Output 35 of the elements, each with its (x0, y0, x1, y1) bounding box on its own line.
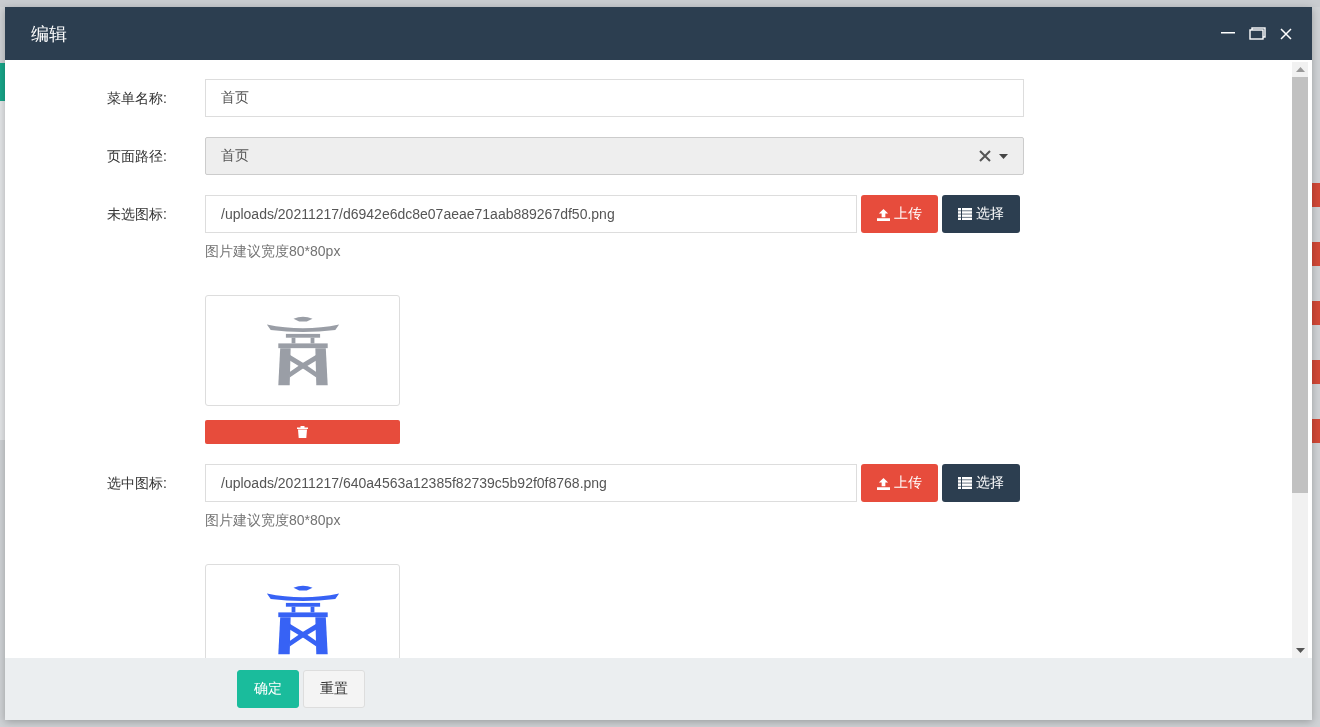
hint-text: 图片建议宽度80*80px (205, 243, 342, 261)
field-label: 菜单名称: (106, 89, 168, 108)
caret-icon (999, 153, 1008, 159)
upload-button[interactable]: 上传 (861, 464, 938, 502)
list-icon (958, 477, 972, 489)
path-field[interactable]: /uploads/20211217/d6942e6dc8e07aeae71aab889267df50.png (205, 195, 857, 233)
dialog-title: 编辑 (31, 22, 68, 46)
choose-button[interactable]: 选择 (942, 464, 1020, 502)
upload-button[interactable]: 上传 (861, 195, 938, 233)
status-badge (1312, 183, 1320, 207)
hint-text: 图片建议宽度80*80px (205, 512, 342, 530)
field-label: 未选图标: (106, 205, 168, 224)
scroll-down-icon[interactable] (1295, 648, 1305, 653)
text-field[interactable]: 首页 (205, 79, 1024, 117)
trash-icon (297, 426, 308, 438)
scrollbar-thumb[interactable] (1292, 77, 1308, 493)
upload-icon (877, 207, 890, 221)
status-badge (1312, 360, 1320, 384)
status-badge (1312, 301, 1320, 325)
upload-icon (877, 476, 890, 490)
field-label: 选中图标: (106, 474, 168, 493)
status-badge (1312, 242, 1320, 266)
select-field[interactable]: 首页 (205, 137, 1024, 175)
active-tab-marker (0, 63, 5, 101)
scrollbar[interactable] (1292, 62, 1308, 658)
field-label: 页面路径: (106, 147, 168, 166)
close-icon[interactable] (1280, 27, 1292, 40)
minimize-icon[interactable] (1221, 32, 1235, 35)
clear-icon[interactable] (979, 150, 991, 162)
path-field[interactable]: /uploads/20211217/640a4563a12385f82739c5b92f0f8768.png (205, 464, 857, 502)
choose-button[interactable]: 选择 (942, 195, 1020, 233)
list-icon (958, 208, 972, 220)
maximize-icon[interactable] (1249, 27, 1266, 40)
status-badge (1312, 419, 1320, 443)
reset-button[interactable]: 重置 (303, 670, 365, 708)
